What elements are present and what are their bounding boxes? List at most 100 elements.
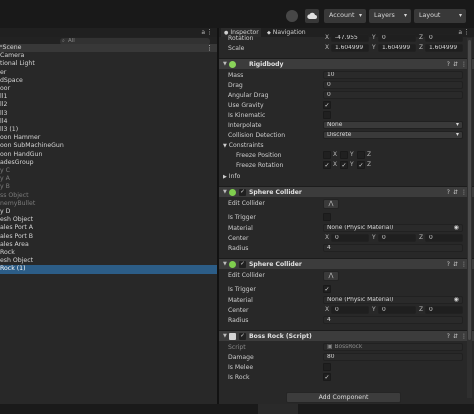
freeze-position-x-checkbox[interactable] xyxy=(323,151,331,159)
constraints-foldout[interactable]: ▼ Constraints xyxy=(223,141,264,151)
rigidbody-icon xyxy=(229,61,236,68)
hierarchy-row-label: ll3 xyxy=(0,109,8,117)
center-z-field[interactable]: 0 xyxy=(425,306,463,314)
material-field[interactable]: None (Physic Material) ◉ xyxy=(323,296,463,304)
radius-field[interactable]: 4 xyxy=(323,316,463,324)
scale-y-label: Y xyxy=(372,45,376,51)
is-trigger-checkbox[interactable] xyxy=(323,213,331,221)
edit-collider-button[interactable]: ⋀ xyxy=(323,199,339,209)
layers-dropdown[interactable]: Layers ▾ xyxy=(369,9,411,23)
material-field[interactable]: None (Physic Material) ◉ xyxy=(323,224,463,232)
sphere-collider-1-enabled-checkbox[interactable]: ✓ xyxy=(239,189,246,196)
hierarchy-row[interactable]: nemyBullet xyxy=(0,200,217,208)
status-bar-tab[interactable] xyxy=(258,404,298,414)
hierarchy-row[interactable]: y B xyxy=(0,183,217,191)
hierarchy-row[interactable]: dSpace xyxy=(0,77,217,85)
tab-navigation[interactable]: ◆ Navigation xyxy=(264,28,314,37)
hierarchy-row[interactable]: ales Port A xyxy=(0,224,217,232)
boss-rock-enabled-checkbox[interactable]: ✓ xyxy=(239,333,246,340)
hierarchy-row[interactable]: ll3 (1) xyxy=(0,126,217,134)
scale-y-field[interactable]: 1.604999 xyxy=(378,44,416,52)
hierarchy-row[interactable]: y D xyxy=(0,208,217,216)
angular-drag-field[interactable]: 0 xyxy=(323,91,463,99)
kebab-menu-icon[interactable]: ⋮ xyxy=(463,28,470,37)
freeze-rotation-x-checkbox[interactable]: ✓ xyxy=(323,161,331,169)
hierarchy-row[interactable]: ss Object xyxy=(0,192,217,200)
hierarchy-row[interactable]: tional Light xyxy=(0,60,217,68)
freeze-position-y-checkbox[interactable] xyxy=(340,151,348,159)
interpolate-dropdown[interactable]: None ▾ xyxy=(323,121,463,129)
scale-z-field[interactable]: 1.604999 xyxy=(425,44,463,52)
mass-field[interactable]: 10 xyxy=(323,71,463,79)
hierarchy-row[interactable]: Rock xyxy=(0,249,217,257)
lock-icon[interactable]: a xyxy=(201,28,205,37)
rotation-z-field[interactable]: 0 xyxy=(425,34,463,42)
freeze-position-z-checkbox[interactable] xyxy=(357,151,365,159)
sphere-collider-1-header[interactable]: ▼ ✓ Sphere Collider ?⇵⋮ xyxy=(219,186,474,197)
center-y-field[interactable]: 0 xyxy=(378,306,416,314)
hierarchy-row[interactable]: ll1 xyxy=(0,93,217,101)
hierarchy-row[interactable]: adesGroup xyxy=(0,159,217,167)
hierarchy-row[interactable]: ales Area xyxy=(0,241,217,249)
hierarchy-row[interactable]: esh Object xyxy=(0,216,217,224)
layers-label: Layers xyxy=(374,12,395,19)
radius-field[interactable]: 4 xyxy=(323,244,463,252)
account-dropdown[interactable]: Account ▾ xyxy=(324,9,366,23)
damage-field[interactable]: 80 xyxy=(323,353,463,361)
sphere-collider-2-header[interactable]: ▼ ✓ Sphere Collider ?⇵⋮ xyxy=(219,258,474,269)
foldout-arrow-icon[interactable]: ▼ xyxy=(223,187,227,198)
hierarchy-row[interactable]: oon Hammer xyxy=(0,134,217,142)
add-component-button[interactable]: Add Component xyxy=(286,392,401,403)
foldout-arrow-icon[interactable]: ▼ xyxy=(223,259,227,270)
sphere-collider-2-enabled-checkbox[interactable]: ✓ xyxy=(239,261,246,268)
rigidbody-header[interactable]: ▼ Rigidbody ?⇵⋮ xyxy=(219,58,474,69)
is-kinematic-label: Is Kinematic xyxy=(228,112,266,119)
kebab-menu-icon[interactable]: ⋮ xyxy=(206,28,213,37)
freeze-rotation-z-checkbox[interactable]: ✓ xyxy=(357,161,365,169)
scale-x-field[interactable]: 1.604999 xyxy=(331,44,369,52)
use-gravity-checkbox[interactable]: ✓ xyxy=(323,101,331,109)
center-x-field[interactable]: 0 xyxy=(331,234,369,242)
hierarchy-row[interactable]: ll4 xyxy=(0,118,217,126)
hierarchy-row[interactable]: oon HandGun xyxy=(0,151,217,159)
is-rock-checkbox[interactable]: ✓ xyxy=(323,373,331,381)
object-picker-icon[interactable]: ◉ xyxy=(454,225,459,231)
center-y-field[interactable]: 0 xyxy=(378,234,416,242)
cloud-button[interactable] xyxy=(305,9,319,23)
hierarchy-row[interactable]: Camera xyxy=(0,52,217,60)
hierarchy-row[interactable]: ll2 xyxy=(0,101,217,109)
hierarchy-row[interactable]: er xyxy=(0,69,217,77)
inspector-scrollbar-thumb[interactable] xyxy=(468,40,471,340)
drag-field[interactable]: 0 xyxy=(323,81,463,89)
edit-collider-button[interactable]: ⋀ xyxy=(323,271,339,281)
center-x-field[interactable]: 0 xyxy=(331,306,369,314)
hierarchy-row[interactable]: esh Object xyxy=(0,257,217,265)
is-trigger-checkbox[interactable]: ✓ xyxy=(323,285,331,293)
hierarchy-row[interactable]: y C xyxy=(0,167,217,175)
is-kinematic-checkbox[interactable] xyxy=(323,111,331,119)
hierarchy-row[interactable]: y A xyxy=(0,175,217,183)
scene-root-row[interactable]: ᵒScene ⋮ xyxy=(0,44,217,53)
layout-dropdown[interactable]: Layout ▾ xyxy=(414,9,466,23)
history-icon[interactable] xyxy=(286,10,298,22)
hierarchy-row[interactable]: oon SubMachineGun xyxy=(0,142,217,150)
hierarchy-row[interactable]: ll3 xyxy=(0,110,217,118)
rotation-x-field[interactable]: -47.955 xyxy=(331,34,369,42)
is-melee-checkbox[interactable] xyxy=(323,363,331,371)
hierarchy-row[interactable]: Rock (1) xyxy=(0,265,217,274)
chevron-down-icon: ▾ xyxy=(456,132,459,138)
foldout-arrow-icon[interactable]: ▼ xyxy=(223,59,227,70)
object-picker-icon[interactable]: ◉ xyxy=(454,297,459,303)
info-foldout[interactable]: ▶ Info xyxy=(223,172,240,182)
boss-rock-title: Boss Rock (Script) xyxy=(249,333,312,340)
boss-rock-script-header[interactable]: ▼ ✓ Boss Rock (Script) ?⇵⋮ xyxy=(219,330,474,341)
rotation-y-field[interactable]: 0 xyxy=(378,34,416,42)
foldout-arrow-icon[interactable]: ▼ xyxy=(223,331,227,342)
freeze-rotation-y-checkbox[interactable]: ✓ xyxy=(340,161,348,169)
hierarchy-row[interactable]: oor xyxy=(0,85,217,93)
hierarchy-row[interactable]: ales Port B xyxy=(0,233,217,241)
kebab-menu-icon[interactable]: ⋮ xyxy=(206,44,213,52)
center-z-field[interactable]: 0 xyxy=(425,234,463,242)
collision-detection-dropdown[interactable]: Discrete ▾ xyxy=(323,131,463,139)
hierarchy-panel: a ⋮ ⌕ All ᵒScene ⋮ Camera tional Light er dS… xyxy=(0,28,217,414)
